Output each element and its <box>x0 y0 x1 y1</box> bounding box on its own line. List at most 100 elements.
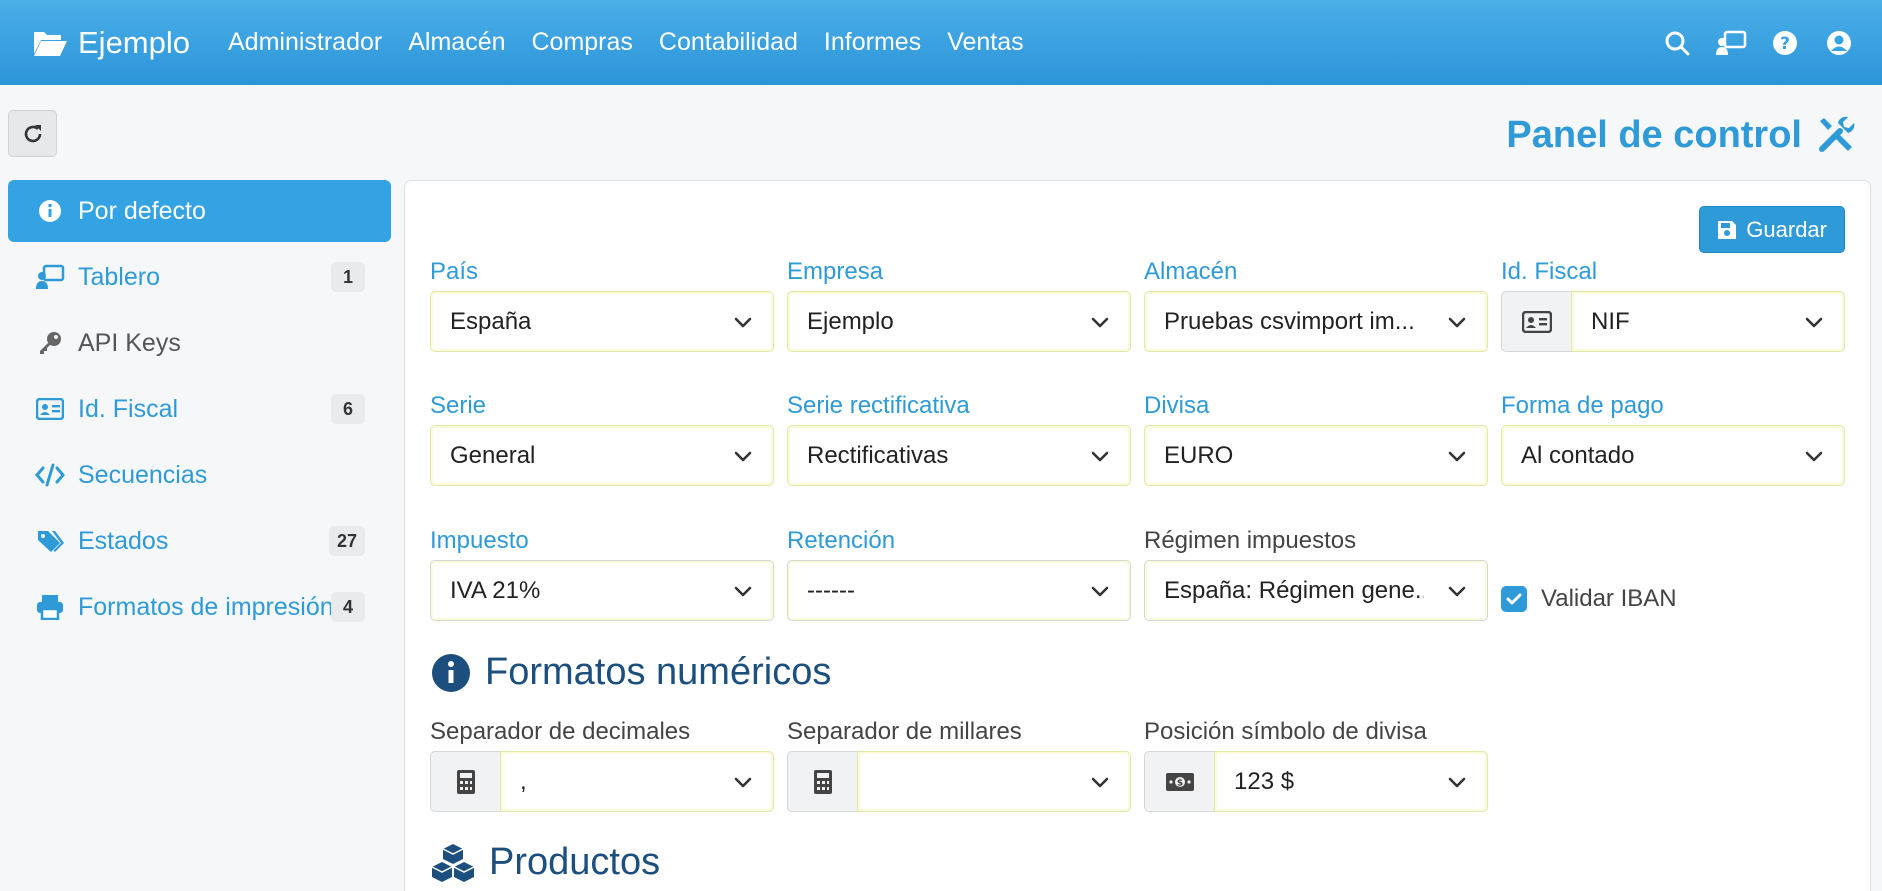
forma-pago-select[interactable]: Al contado <box>1501 425 1845 486</box>
forma-pago-value: Al contado <box>1521 441 1635 469</box>
brand-name: Ejemplo <box>78 24 190 60</box>
calculator-icon <box>430 751 500 812</box>
menu-almacen[interactable]: Almacén <box>408 28 505 57</box>
menu-compras[interactable]: Compras <box>532 28 633 57</box>
section-formatos-numericos: Formatos numéricos <box>431 651 831 694</box>
menu-contabilidad[interactable]: Contabilidad <box>659 28 798 57</box>
user-circle-icon[interactable] <box>1822 26 1856 60</box>
sidebar-item-secuencias[interactable]: Secuencias <box>8 444 391 506</box>
chalkboard-user-icon[interactable] <box>1714 26 1748 60</box>
tags-icon <box>34 525 66 557</box>
separador-millares-select[interactable] <box>857 751 1131 812</box>
sidebar-item-id-fiscal[interactable]: Id. Fiscal 6 <box>8 378 391 440</box>
id-card-icon <box>1501 291 1571 352</box>
pais-field: País España <box>430 257 774 352</box>
floppy-disk-icon <box>1718 220 1737 239</box>
save-button[interactable]: Guardar <box>1699 206 1845 253</box>
top-navbar: Ejemplo Administrador Almacén Compras Co… <box>0 0 1882 85</box>
almacen-label: Almacén <box>1144 258 1238 285</box>
count-badge: 6 <box>331 394 365 424</box>
chevron-down-icon <box>1091 586 1109 597</box>
sidebar-item-tablero[interactable]: Tablero 1 <box>8 246 391 308</box>
forma-pago-label: Forma de pago <box>1501 392 1664 419</box>
sidebar-item-formatos-impresion[interactable]: Formatos de impresión 4 <box>8 576 391 638</box>
code-icon <box>34 459 66 491</box>
checkbox-checked[interactable] <box>1501 586 1527 612</box>
sidebar-item-estados[interactable]: Estados 27 <box>8 510 391 572</box>
serie-rectificativa-select[interactable]: Rectificativas <box>787 425 1131 486</box>
help-icon[interactable]: ? <box>1768 26 1802 60</box>
divisa-value: EURO <box>1164 441 1234 469</box>
validar-iban-checkbox[interactable]: Validar IBAN <box>1501 585 1677 613</box>
chevron-down-icon <box>1091 317 1109 328</box>
serie-rectificativa-value: Rectificativas <box>807 441 949 469</box>
sidebar-item-label: Secuencias <box>78 460 208 489</box>
divisa-label: Divisa <box>1144 392 1210 419</box>
cubes-icon <box>431 843 475 883</box>
empresa-select[interactable]: Ejemplo <box>787 291 1131 352</box>
forma-pago-field: Forma de pago Al contado <box>1501 391 1845 486</box>
tools-icon <box>1819 116 1855 152</box>
key-icon <box>34 327 66 359</box>
count-badge: 1 <box>331 262 365 292</box>
sidebar-item-por-defecto[interactable]: Por defecto <box>8 180 391 242</box>
serie-rectificativa-label: Serie rectificativa <box>787 392 970 419</box>
divisa-select[interactable]: EURO <box>1144 425 1488 486</box>
validar-iban-label: Validar IBAN <box>1541 585 1677 612</box>
chevron-down-icon <box>734 777 752 788</box>
sidebar-item-label: Id. Fiscal <box>78 394 179 423</box>
sidebar-item-api-keys[interactable]: API Keys <box>8 312 391 374</box>
chevron-down-icon <box>1448 317 1466 328</box>
almacen-field: Almacén Pruebas csvimport im... <box>1144 257 1488 352</box>
menu-informes[interactable]: Informes <box>824 28 921 57</box>
chalkboard-user-icon <box>34 261 66 293</box>
empresa-field: Empresa Ejemplo <box>787 257 1131 352</box>
separador-decimales-value: , <box>520 767 527 795</box>
svg-text:?: ? <box>1780 34 1790 54</box>
retencion-select[interactable]: ------ <box>787 560 1131 621</box>
chevron-down-icon <box>1448 777 1466 788</box>
idfiscal-label: Id. Fiscal <box>1501 258 1598 285</box>
posicion-divisa-label: Posición símbolo de divisa <box>1144 718 1427 745</box>
almacen-select[interactable]: Pruebas csvimport im... <box>1144 291 1488 352</box>
regimen-field: Régimen impuestos España: Régimen gene..… <box>1144 526 1488 621</box>
regimen-select[interactable]: España: Régimen gene... <box>1144 560 1488 621</box>
folder-open-icon <box>34 31 67 56</box>
impuesto-select[interactable]: IVA 21% <box>430 560 774 621</box>
main-menu: Administrador Almacén Compras Contabilid… <box>228 28 1050 57</box>
separador-decimales-field: Separador de decimales , <box>430 717 774 812</box>
search-icon[interactable] <box>1660 26 1694 60</box>
chevron-down-icon <box>1805 451 1823 462</box>
print-icon <box>34 591 66 623</box>
navbar-actions: ? <box>1640 0 1856 85</box>
sidebar-item-label: API Keys <box>78 328 181 357</box>
separador-decimales-select[interactable]: , <box>500 751 774 812</box>
chevron-down-icon <box>1805 317 1823 328</box>
count-badge: 27 <box>328 526 365 556</box>
refresh-button[interactable] <box>8 110 57 157</box>
chevron-down-icon <box>734 317 752 328</box>
menu-administrador[interactable]: Administrador <box>228 28 382 57</box>
serie-field: Serie General <box>430 391 774 486</box>
separador-decimales-label: Separador de decimales <box>430 718 691 745</box>
sidebar-item-label: Formatos de impresión <box>78 592 334 621</box>
serie-label: Serie <box>430 392 487 419</box>
sidebar-item-label: Tablero <box>78 262 160 291</box>
check-icon <box>1506 593 1522 605</box>
retencion-field: Retención ------ <box>787 526 1131 621</box>
posicion-divisa-select[interactable]: 123 $ <box>1214 751 1488 812</box>
separador-millares-group <box>787 751 1131 812</box>
brand[interactable]: Ejemplo <box>32 25 190 61</box>
calculator-icon <box>787 751 857 812</box>
chevron-down-icon <box>734 451 752 462</box>
serie-select[interactable]: General <box>430 425 774 486</box>
page-title: Panel de control <box>1506 110 1856 160</box>
posicion-divisa-group: $ 123 $ <box>1144 751 1488 812</box>
pais-select[interactable]: España <box>430 291 774 352</box>
idfiscal-field: Id. Fiscal NIF <box>1501 257 1845 352</box>
chevron-down-icon <box>1448 586 1466 597</box>
empresa-value: Ejemplo <box>807 307 894 335</box>
menu-ventas[interactable]: Ventas <box>947 28 1023 57</box>
idfiscal-select[interactable]: NIF <box>1571 291 1845 352</box>
empresa-label: Empresa <box>787 258 884 285</box>
